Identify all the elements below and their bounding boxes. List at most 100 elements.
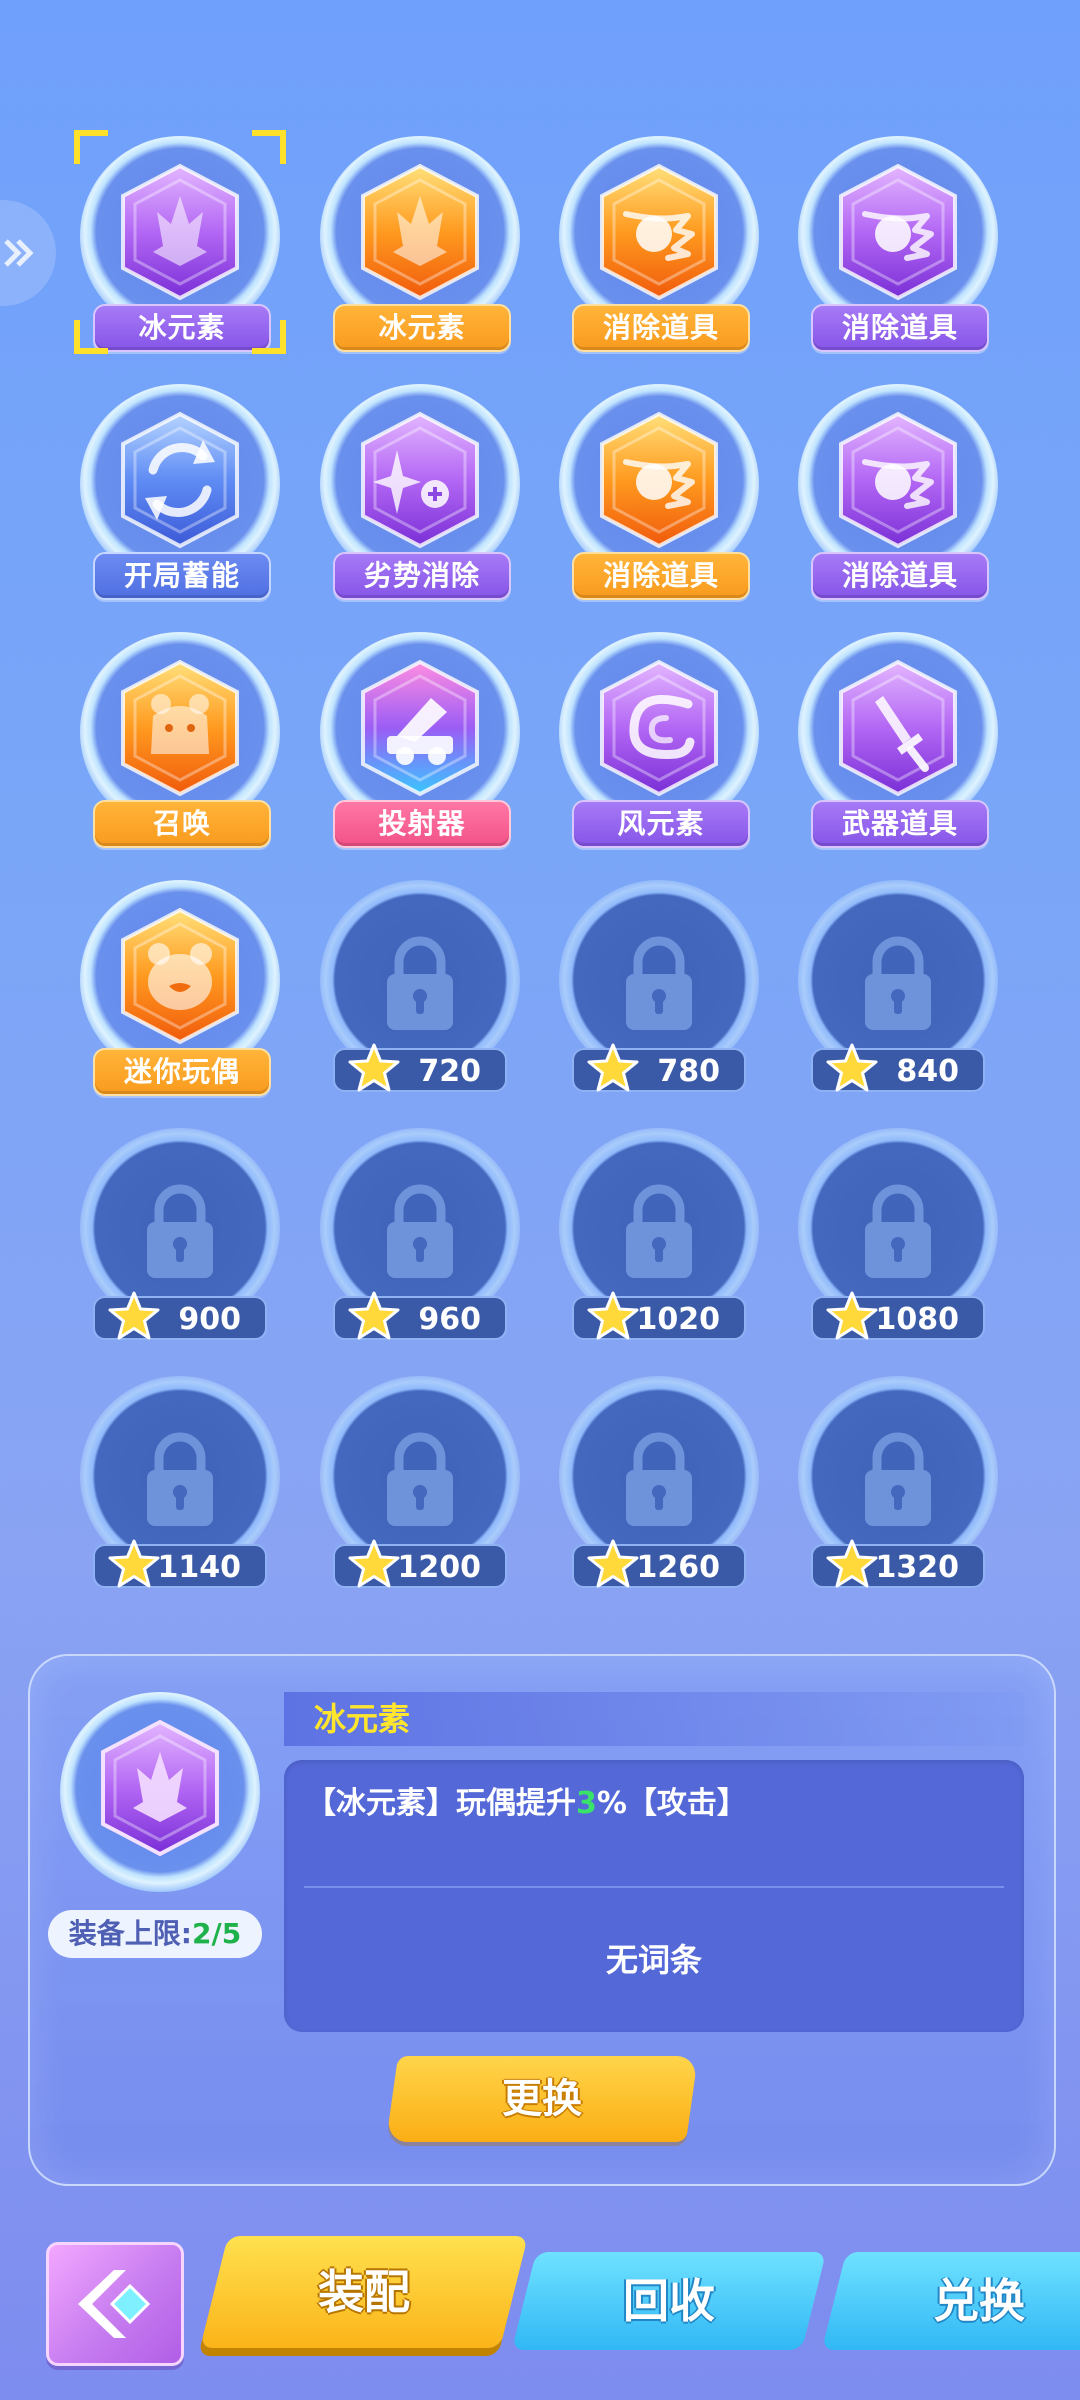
item-slot[interactable]: 消除道具 bbox=[559, 136, 759, 352]
description-text: 【冰元素】玩偶提升3%【攻击】 bbox=[306, 1786, 747, 1821]
locked-slot[interactable]: 900 bbox=[80, 1128, 280, 1340]
back-arrow-icon bbox=[78, 2270, 151, 2338]
tab-recycle[interactable]: 回收 bbox=[511, 2252, 827, 2350]
lock-icon bbox=[865, 1432, 931, 1526]
star-icon bbox=[108, 1291, 160, 1340]
slot-label: 武器道具 bbox=[811, 800, 989, 848]
fireball-icon bbox=[600, 163, 718, 301]
slot-label: 消除道具 bbox=[811, 552, 989, 600]
slot-label: 消除道具 bbox=[572, 552, 750, 600]
lock-icon bbox=[387, 1432, 453, 1526]
locked-slot[interactable]: 1020 bbox=[559, 1128, 759, 1340]
star-icon bbox=[108, 1539, 160, 1588]
unlock-price: 1080 bbox=[811, 1291, 985, 1340]
sparkle-plus-icon bbox=[361, 411, 479, 549]
item-grid: 冰元素 冰元素 消除道具 消除道具 开局蓄能 劣势消除 消除道具 消除道具 召唤 投射器 风元素 武器… bbox=[0, 0, 1080, 1600]
star-icon bbox=[348, 1043, 400, 1092]
description-box: 【冰元素】玩偶提升3%【攻击】 无词条 bbox=[284, 1760, 1024, 2032]
item-slot[interactable]: 劣势消除 bbox=[320, 384, 520, 600]
cannon-icon bbox=[361, 659, 479, 797]
fireball-icon bbox=[839, 411, 957, 549]
locked-slot[interactable]: 840 bbox=[798, 880, 998, 1092]
selection-corner bbox=[252, 130, 286, 164]
back-button[interactable] bbox=[46, 2242, 184, 2366]
item-slot[interactable]: 迷你玩偶 bbox=[80, 880, 280, 1096]
fireball-icon bbox=[839, 163, 957, 301]
locked-slot[interactable]: 720 bbox=[320, 880, 520, 1092]
lock-icon bbox=[626, 1432, 692, 1526]
swap-button[interactable]: 更换 bbox=[385, 2056, 699, 2142]
item-slot[interactable]: 风元素 bbox=[559, 632, 759, 848]
locked-slot[interactable]: 1140 bbox=[80, 1376, 280, 1588]
locked-slot[interactable]: 1320 bbox=[798, 1376, 998, 1588]
no-entry-text: 无词条 bbox=[605, 1941, 702, 1979]
unlock-price: 1140 bbox=[93, 1539, 267, 1588]
lock-icon bbox=[626, 936, 692, 1030]
item-slot[interactable]: 召唤 bbox=[80, 632, 280, 848]
item-slot[interactable]: 开局蓄能 bbox=[80, 384, 280, 600]
star-icon bbox=[826, 1539, 878, 1588]
selection-corner bbox=[74, 320, 108, 354]
item-slot[interactable]: 冰元素 bbox=[74, 130, 286, 354]
locked-slot[interactable]: 960 bbox=[320, 1128, 520, 1340]
item-slot[interactable]: 武器道具 bbox=[798, 632, 998, 848]
equip-limit: 装备上限:2/5 bbox=[48, 1910, 262, 1958]
unlock-price: 1200 bbox=[333, 1539, 507, 1588]
star-icon bbox=[587, 1043, 639, 1092]
bear-face-icon bbox=[121, 907, 239, 1045]
selection-corner bbox=[252, 320, 286, 354]
slot-label: 开局蓄能 bbox=[93, 552, 271, 600]
item-slot[interactable]: 消除道具 bbox=[559, 384, 759, 600]
lock-icon bbox=[626, 1184, 692, 1278]
detail-item-icon bbox=[60, 1692, 260, 1892]
item-slot[interactable]: 冰元素 bbox=[320, 136, 520, 352]
slot-label: 消除道具 bbox=[572, 304, 750, 352]
wind-swirl-icon bbox=[600, 659, 718, 797]
unlock-price: 1260 bbox=[572, 1539, 746, 1588]
fireball-icon bbox=[600, 411, 718, 549]
crystal-icon bbox=[101, 1719, 219, 1857]
lock-icon bbox=[387, 1184, 453, 1278]
slot-label: 冰元素 bbox=[333, 304, 511, 352]
slot-label: 冰元素 bbox=[93, 304, 271, 352]
locked-slot[interactable]: 1080 bbox=[798, 1128, 998, 1340]
crystal-icon bbox=[121, 163, 239, 301]
lock-icon bbox=[147, 1432, 213, 1526]
bear-icon bbox=[121, 659, 239, 797]
locked-slot[interactable]: 1260 bbox=[559, 1376, 759, 1588]
crystal-icon bbox=[361, 163, 479, 301]
locked-slot[interactable]: 780 bbox=[559, 880, 759, 1092]
lock-icon bbox=[865, 1184, 931, 1278]
refresh-cycle-icon bbox=[121, 411, 239, 549]
star-icon bbox=[826, 1043, 878, 1092]
unlock-price: 720 bbox=[333, 1043, 507, 1092]
slot-label: 召唤 bbox=[93, 800, 271, 848]
lock-icon bbox=[865, 936, 931, 1030]
item-name: 冰元素 bbox=[284, 1692, 1024, 1746]
locked-slot[interactable]: 1200 bbox=[320, 1376, 520, 1588]
slot-label: 投射器 bbox=[333, 800, 511, 848]
unlock-price: 900 bbox=[93, 1291, 267, 1340]
unlock-price: 780 bbox=[572, 1043, 746, 1092]
star-icon bbox=[587, 1291, 639, 1340]
unlock-price: 1320 bbox=[811, 1539, 985, 1588]
item-slot[interactable]: 消除道具 bbox=[798, 136, 998, 352]
unlock-price: 1020 bbox=[572, 1291, 746, 1340]
unlock-price: 840 bbox=[811, 1043, 985, 1092]
slot-label: 迷你玩偶 bbox=[93, 1048, 271, 1096]
slot-label: 消除道具 bbox=[811, 304, 989, 352]
detail-panel: 装备上限:2/5 冰元素 【冰元素】玩偶提升3%【攻击】 无词条 更换 bbox=[28, 1654, 1056, 2186]
bottom-bar: 装配 回收 兑换 bbox=[0, 2220, 1080, 2400]
divider bbox=[304, 1886, 1004, 1888]
tab-equip[interactable]: 装配 bbox=[200, 2236, 528, 2348]
sword-icon bbox=[839, 659, 957, 797]
slot-label: 劣势消除 bbox=[333, 552, 511, 600]
star-icon bbox=[587, 1539, 639, 1588]
selection-corner bbox=[74, 130, 108, 164]
item-slot[interactable]: 消除道具 bbox=[798, 384, 998, 600]
unlock-price: 960 bbox=[333, 1291, 507, 1340]
tab-exchange[interactable]: 兑换 bbox=[821, 2252, 1080, 2350]
star-icon bbox=[348, 1291, 400, 1340]
item-slot[interactable]: 投射器 bbox=[320, 632, 520, 848]
lock-icon bbox=[147, 1184, 213, 1278]
